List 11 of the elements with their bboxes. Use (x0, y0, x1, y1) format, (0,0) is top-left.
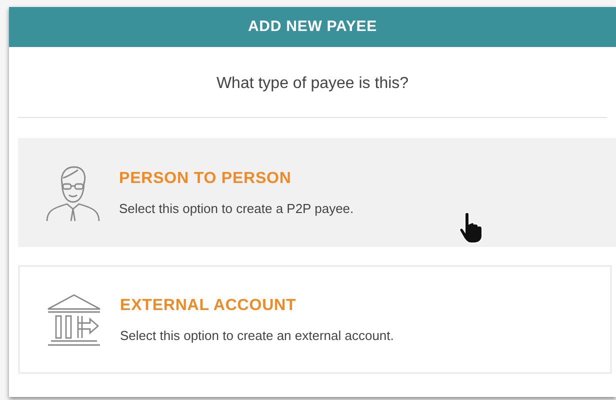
hand-cursor-icon (459, 212, 483, 244)
bank-icon (46, 292, 102, 348)
option-title: EXTERNAL ACCOUNT (120, 296, 298, 316)
payee-option[interactable]: PERSON TO PERSON Select this option to create a P2P payee. (18, 138, 616, 247)
person-icon (45, 164, 101, 222)
option-description: Select this option to create an external account. (120, 326, 394, 345)
option-description: Select this option to create a P2P payee. (119, 200, 354, 218)
option-title: PERSON TO PERSON (119, 168, 292, 189)
question-text: What type of payee is this? (215, 74, 410, 94)
dialog-title: ADD NEW PAYEE (248, 16, 378, 37)
payee-option[interactable]: EXTERNAL ACCOUNT Select this option to create an external account. (18, 265, 612, 374)
